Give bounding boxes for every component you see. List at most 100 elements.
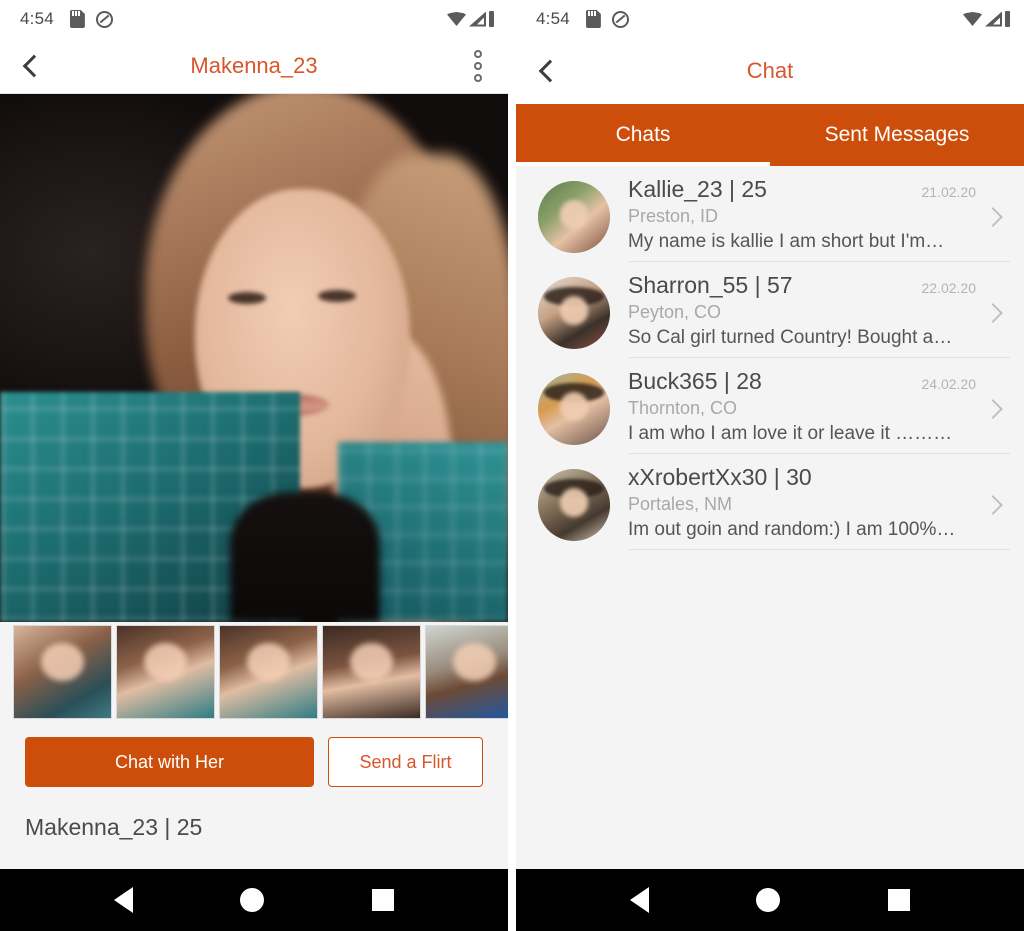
conversation-location: Portales, NM [628,494,733,514]
profile-name-block: Makenna_23 | 25 [0,802,508,869]
android-nav-bar-left [0,869,508,931]
status-time: 4:54 [536,9,570,28]
conversation-content: xXrobertXx30 | 30 Portales, NM Im out go… [628,464,1010,550]
hero-torso [230,492,380,622]
photo-thumbnail-strip[interactable] [0,622,508,722]
send-a-flirt-button[interactable]: Send a Flirt [328,737,483,787]
status-bar-chat: 4:54 [516,0,1024,38]
sd-card-icon [586,10,601,28]
conversation-location: Thornton, CO [628,398,738,418]
conversation-preview: Im out goin and random:) I am 100%… [628,519,956,540]
overflow-dot [474,49,482,58]
nav-back-icon[interactable] [113,887,133,913]
conversation-date: 24.02.20 [921,376,977,392]
conversation-date: 22.02.20 [921,280,977,296]
list-item[interactable]: Kallie_23 | 25 21.02.20 Preston, ID My n… [516,166,1024,262]
profile-body: Chat with Her Send a Flirt Makenna_23 | … [0,94,508,869]
thumbnail-face [247,642,290,682]
thumbnail-1[interactable] [13,625,112,719]
conversation-location: Preston, ID [628,206,719,226]
battery-icon [489,11,494,27]
conversation-name: xXrobertXx30 | 30 [628,464,812,490]
hero-eye-right [318,290,356,302]
status-right-icons [447,11,494,27]
thumbnail-3[interactable] [219,625,318,719]
list-item[interactable]: Buck365 | 28 24.02.20 Thornton, CO I am … [516,358,1024,454]
avatar [538,277,610,349]
avatar-face [559,487,589,517]
avatar [538,373,610,445]
nav-recents-icon[interactable] [372,889,395,911]
status-time: 4:54 [20,9,54,28]
conversation-preview: So Cal girl turned Country! Bought a… [628,327,953,348]
back-arrow-icon[interactable] [534,58,560,84]
chat-screen: 4:54 Chat Chats Sent Messages Kallie_23 … [516,0,1024,931]
avatar [538,469,610,541]
conversation-header: Buck365 | 28 24.02.20 [628,368,1010,395]
thumbnail-face [41,642,84,682]
overflow-dot [474,61,482,70]
status-left-icons [70,10,113,28]
dual-screenshot-container: 4:54 Makenna_23 Chat with Her Send a Fli… [0,0,1024,931]
nav-recents-icon[interactable] [888,889,911,911]
wifi-icon [447,12,466,26]
chat-app-bar: Chat [516,38,1024,104]
conversation-name: Kallie_23 | 25 [628,176,767,202]
thumbnail-2[interactable] [116,625,215,719]
nav-back-icon[interactable] [629,887,649,913]
chat-tab-bar: Chats Sent Messages [516,104,1024,166]
conversation-header: xXrobertXx30 | 30 [628,464,1010,491]
thumbnail-5[interactable] [425,625,508,719]
avatar-face [559,199,589,229]
profile-screen: 4:54 Makenna_23 Chat with Her Send a Fli… [0,0,508,931]
nav-home-icon[interactable] [240,888,265,912]
chat-with-her-button[interactable]: Chat with Her [25,737,314,787]
conversation-preview: My name is kallie I am short but I'm… [628,231,945,252]
do-not-disturb-icon [611,10,629,28]
profile-app-bar: Makenna_23 [0,38,508,94]
hero-eye-left [228,292,266,304]
back-arrow-icon[interactable] [18,53,44,79]
conversation-name: Sharron_55 | 57 [628,272,793,298]
conversation-preview: I am who I am love it or leave it ……… [628,423,953,444]
status-bar-profile: 4:54 [0,0,508,38]
profile-name-age: Makenna_23 | 25 [25,814,203,840]
status-right-icons [963,11,1010,27]
battery-icon [1005,11,1010,27]
tab-chats[interactable]: Chats [516,104,770,166]
conversation-header: Kallie_23 | 25 21.02.20 [628,176,1010,203]
thumbnail-4[interactable] [322,625,421,719]
cell-signal-icon [985,11,1002,27]
screen-divider [508,0,516,931]
nav-home-icon[interactable] [756,888,781,912]
conversation-list: Kallie_23 | 25 21.02.20 Preston, ID My n… [516,166,1024,869]
cell-signal-icon [469,11,486,27]
page-title: Chat [746,58,794,83]
wifi-icon [963,12,982,26]
avatar-face [559,295,589,325]
conversation-header: Sharron_55 | 57 22.02.20 [628,272,1010,299]
conversation-content: Buck365 | 28 24.02.20 Thornton, CO I am … [628,368,1010,454]
tab-sent-messages[interactable]: Sent Messages [770,104,1024,166]
page-title: Makenna_23 [190,52,318,78]
conversation-content: Sharron_55 | 57 22.02.20 Peyton, CO So C… [628,272,1010,358]
list-item[interactable]: Sharron_55 | 57 22.02.20 Peyton, CO So C… [516,262,1024,358]
overflow-menu-icon[interactable] [466,49,490,82]
profile-action-bar: Chat with Her Send a Flirt [0,722,508,802]
conversation-content: Kallie_23 | 25 21.02.20 Preston, ID My n… [628,176,1010,262]
hero-photo[interactable] [0,94,508,622]
thumbnail-face [453,642,496,682]
conversation-date: 21.02.20 [921,184,977,200]
android-nav-bar-right [516,869,1024,931]
thumbnail-face [144,642,187,682]
overflow-dot [474,73,482,82]
conversation-location: Peyton, CO [628,302,722,322]
list-item[interactable]: xXrobertXx30 | 30 Portales, NM Im out go… [516,454,1024,550]
status-left-icons [586,10,629,28]
avatar-face [559,391,589,421]
conversation-name: Buck365 | 28 [628,368,762,394]
avatar [538,181,610,253]
sd-card-icon [70,10,85,28]
thumbnail-face [350,642,393,682]
do-not-disturb-icon [95,10,113,28]
